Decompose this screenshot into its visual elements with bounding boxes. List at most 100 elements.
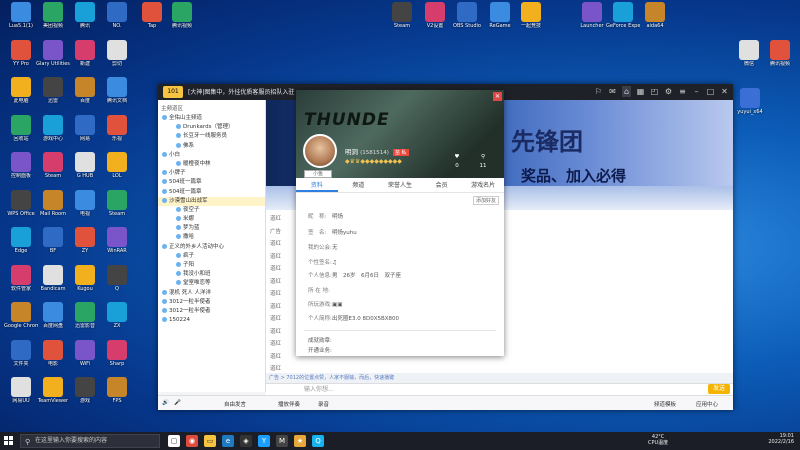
game-icon[interactable]: ★ [294,435,306,447]
desktop-icon[interactable]: Launcher [575,2,609,29]
send-button[interactable]: 发送 [708,384,730,394]
desktop-icon[interactable]: TeamViewer [36,377,70,404]
channel-item[interactable]: 佛系 [158,142,265,151]
grid-icon[interactable]: ▦ [636,86,645,97]
desktop-icon[interactable]: 迅雷影音 [68,302,102,329]
desktop-icon[interactable]: 电影 [36,339,70,367]
desktop-icon[interactable]: YY Pro [4,39,38,67]
desktop-icon[interactable]: Steam [36,152,70,179]
app-icon[interactable]: M [276,435,288,447]
channel-template-button[interactable]: 频道模板 [654,400,676,408]
tab-member[interactable]: 会员 [421,179,463,192]
settings-icon[interactable]: ⚙ [664,86,673,97]
free-speak-button[interactable]: 自由发言 [224,400,246,408]
desktop-icon[interactable]: Q [100,264,134,292]
channel-item[interactable]: 3012一粒半使者 [158,298,265,307]
desktop-icon[interactable]: V2设置 [418,2,452,29]
add-friend-button[interactable]: 添加好友 [472,196,499,205]
desktop-icon[interactable]: 控制面板 [4,152,38,179]
desktop-icon[interactable]: Kugou [68,264,102,292]
close-icon[interactable]: ✕ [720,86,729,97]
channel-item[interactable]: 小牌子 [158,169,265,178]
desktop-icon[interactable]: Steam [100,189,134,217]
desktop-icon[interactable]: G HUB [68,152,102,179]
desktop-icon[interactable]: NO. [100,2,134,29]
avatar[interactable] [303,134,337,168]
desktop-icon[interactable]: Google Chrome [4,302,38,329]
channel-item[interactable]: 3012一粒半使者 [158,307,265,316]
desktop-icon[interactable]: FPS [100,377,134,404]
channel-item[interactable]: 长豆牙一线服务员 [158,132,265,141]
desktop-icon[interactable]: 乐视 [100,114,134,142]
desktop-icon[interactable]: 软件管家 [4,264,38,292]
channel-item[interactable]: 暖橙夜中林 [158,160,265,169]
system-clock[interactable]: 19:01 2022/2/16 [768,433,794,445]
desktop-icon[interactable]: 回收站 [4,114,38,142]
maximize-icon[interactable]: □ [706,86,715,97]
channel-item[interactable]: 小白 [158,151,265,160]
channel-item[interactable]: 米娜 [158,215,265,224]
home-icon[interactable]: ⌂ [622,86,631,97]
desktop-icon[interactable]: Sharp [100,339,134,367]
desktop-icon[interactable]: 腾讯视频 [165,2,199,29]
close-icon[interactable]: ✕ [493,92,502,101]
desktop-icon[interactable]: 网易 [68,114,102,142]
desktop-icon[interactable]: 此电脑 [4,77,38,104]
desktop-icon[interactable]: ZX [100,302,134,329]
taskbar-search[interactable]: ⚲ 在这里输入你要搜索的内容 [20,434,160,448]
desktop-icon[interactable]: 腾讯 [68,2,102,29]
gift-icon[interactable]: ⚐ [594,86,603,97]
steam-icon[interactable]: ◈ [240,435,252,447]
desktop-icon[interactable]: WiFi [68,339,102,367]
windows-start-icon[interactable] [4,436,14,446]
channel-item[interactable]: 子阳 [158,261,265,270]
speaker-icon[interactable]: 🔊 [162,400,169,406]
desktop-icon[interactable]: WinRAR [100,227,134,254]
desktop-icon[interactable]: 游戏中心 [36,114,70,142]
desktop-icon[interactable]: GeForce Experience [606,2,640,29]
desktop-icon[interactable]: 美团视频 [36,2,70,29]
desktop-icon[interactable]: ZY [68,227,102,254]
skin-icon[interactable]: ◰ [650,86,659,97]
channel-item[interactable]: 夜空子 [158,206,265,215]
folder-icon[interactable]: ▭ [204,435,216,447]
channel-item[interactable]: 梦为蓝 [158,224,265,233]
desktop-icon[interactable]: 百度 [68,77,102,104]
follow-icon[interactable]: ⚲ [476,154,490,160]
record-button[interactable]: 录音 [318,400,329,408]
tab-channel[interactable]: 频道 [338,179,380,192]
desktop-icon[interactable]: 迅雷 [36,77,70,104]
channel-item[interactable]: 撒哈 [158,233,265,242]
app-center-button[interactable]: 应用中心 [696,400,718,408]
desktop-icon[interactable]: Mail Room [36,189,70,217]
edge-icon[interactable]: e [222,435,234,447]
tag-button[interactable]: 小鱼 [304,170,332,178]
chrome-icon[interactable]: ◉ [186,435,198,447]
channel-item[interactable]: 504班一篇章 [158,178,265,187]
desktop-icon[interactable]: LOL [100,152,134,179]
channel-item[interactable]: 沙漠雪山出战军 [158,196,265,206]
desktop-icon[interactable]: 电视 [68,189,102,217]
desktop-icon[interactable]: 一起竞技 [514,2,548,29]
desktop-icon[interactable]: OBS Studio [450,2,484,29]
desktop-icon[interactable]: Glary Utilities [36,39,70,67]
chat-input[interactable]: 输入你想... [266,383,733,395]
desktop-icon[interactable]: Edge [4,227,38,254]
desktop-icon[interactable]: 新建 [68,39,102,67]
channel-item[interactable]: 504班一篇章 [158,188,265,197]
channel-item[interactable]: 全佑山主频道 [158,114,265,123]
desktop-icon[interactable]: 腾讯文档 [100,77,134,104]
channel-item[interactable]: 正义的外乡人活动中心 [158,243,265,252]
desktop-icon[interactable]: 剪切 [100,39,134,67]
desktop-icon[interactable]: Bandicam [36,264,70,292]
tab-honor[interactable]: 荣誉人生 [379,179,421,192]
menu-icon[interactable]: ≡ [678,86,687,97]
desktop-icon-yuyui[interactable]: yuyui_x64 [733,88,767,115]
desktop-icon[interactable]: 网易UU [4,377,38,404]
desktop-icon[interactable]: 游戏 [68,377,102,404]
channel-item[interactable]: 我没小和班 [158,270,265,279]
desktop-icon[interactable]: 腾讯视频 [763,40,797,67]
desktop-icon[interactable]: WPS Office [4,189,38,217]
channel-item[interactable]: 疯子 [158,252,265,261]
desktop-icon[interactable]: BF [36,227,70,254]
